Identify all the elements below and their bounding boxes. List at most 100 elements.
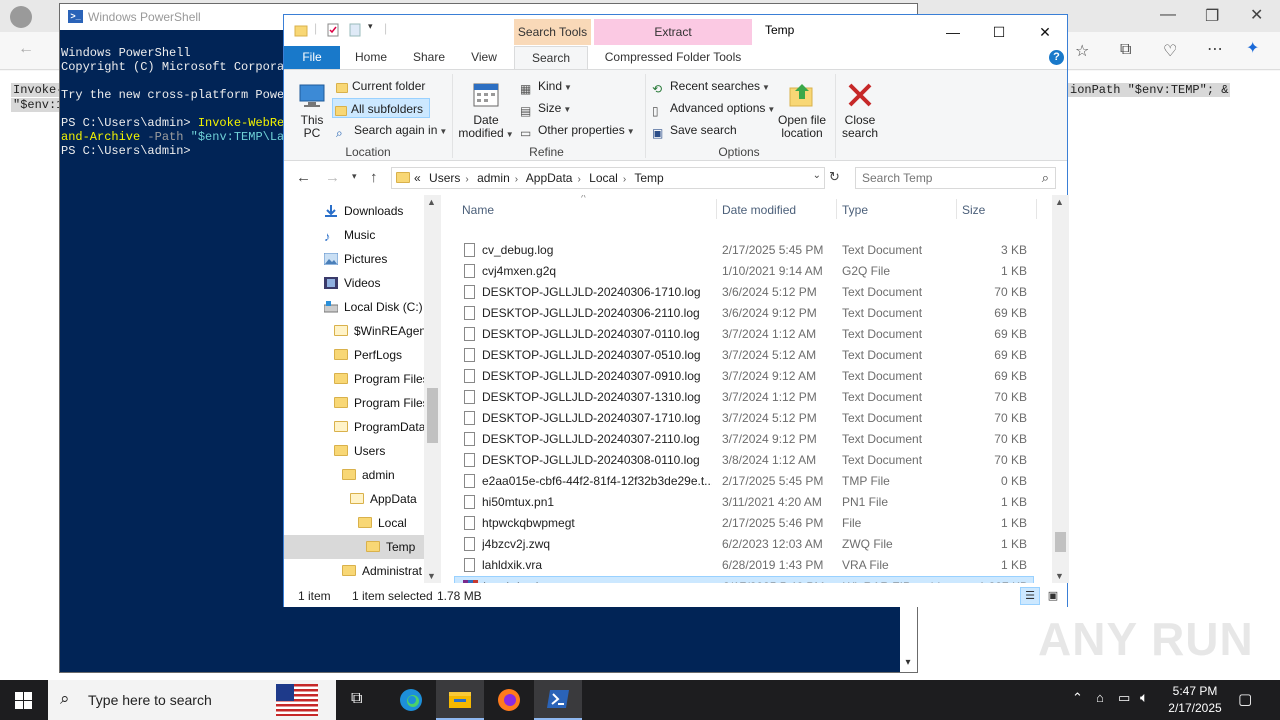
up-arrow-icon[interactable]: ↑ [370, 169, 378, 186]
table-row[interactable]: cvj4mxen.g2q 1/10/2021 9:14 AM G2Q File 1 K… [454, 261, 1034, 282]
column-header-size[interactable]: Size [962, 203, 985, 217]
tab-share[interactable]: Share [404, 46, 454, 69]
nav-item-folder[interactable]: $WinREAgent [334, 319, 429, 343]
breadcrumb-item[interactable]: Users [429, 171, 460, 185]
file-explorer-window[interactable]: | ▾ | Search Tools Extract Temp — ☐ ✕ Fi… [283, 14, 1069, 607]
breadcrumb-item[interactable]: AppData [526, 171, 573, 185]
display-icon[interactable]: ▭ [1118, 690, 1130, 706]
save-search-button[interactable]: ▣ Save search [650, 120, 750, 140]
nav-item-folder[interactable]: PerfLogs [334, 343, 402, 367]
breadcrumb-item[interactable]: Temp [634, 171, 663, 185]
task-view-button[interactable]: ⧉ [336, 680, 384, 720]
table-row[interactable]: DESKTOP-JGLLJLD-20240307-1710.log 3/7/202… [454, 408, 1034, 429]
scroll-up-icon[interactable]: ▲ [1055, 197, 1064, 207]
notification-icon[interactable]: ▢ [1238, 690, 1252, 708]
maximize-icon[interactable]: ☐ [976, 19, 1022, 45]
table-row[interactable]: j4bzcv2j.zwq 6/2/2023 12:03 AM ZWQ File 1 K… [454, 534, 1034, 555]
table-row[interactable]: DESKTOP-JGLLJLD-20240307-0510.log 3/7/202… [454, 345, 1034, 366]
large-icons-view-icon[interactable]: ▣ [1044, 587, 1062, 605]
customize-quick-access-icon[interactable]: ▾ [368, 21, 373, 32]
navigation-scrollbar[interactable]: ▲ ▼ [424, 195, 441, 583]
scroll-down-icon[interactable]: ▼ [427, 571, 436, 581]
minimize-icon[interactable]: — [930, 19, 976, 45]
this-pc-button[interactable]: This PC [294, 80, 330, 140]
browser-essentials-icon[interactable]: ♡ [1163, 41, 1177, 61]
column-header-type[interactable]: Type [842, 203, 868, 217]
size-button[interactable]: ▤ Size ▼ [518, 98, 588, 118]
network-icon[interactable]: ⌂ [1096, 690, 1104, 705]
all-subfolders-button[interactable]: All subfolders [332, 98, 430, 118]
close-search-button[interactable]: Close search [840, 80, 880, 140]
start-button[interactable] [0, 680, 48, 720]
search-input[interactable] [862, 168, 1032, 188]
properties-icon[interactable] [326, 23, 340, 37]
back-arrow-icon[interactable]: ← [296, 169, 311, 186]
close-icon[interactable]: ✕ [1022, 19, 1068, 45]
column-header-date-modified[interactable]: Date modified [722, 203, 796, 217]
breadcrumb-item[interactable]: admin [477, 171, 510, 185]
table-row[interactable]: e2aa015e-cbf6-44f2-81f4-12f32b3de29e.t..… [454, 471, 1034, 492]
nav-item-pictures[interactable]: Pictures [324, 247, 387, 271]
nav-item-folder[interactable]: Program Files [334, 367, 429, 391]
file-list-scrollbar[interactable]: ▲ ▼ [1052, 195, 1069, 583]
table-row[interactable]: DESKTOP-JGLLJLD-20240307-1310.log 3/7/202… [454, 387, 1034, 408]
recent-searches-button[interactable]: ⟲ Recent searches ▼ [650, 76, 770, 96]
table-row[interactable]: hi50mtux.pn1 3/11/2021 4:20 AM PN1 File 1 K… [454, 492, 1034, 513]
table-row[interactable]: DESKTOP-JGLLJLD-20240306-2110.log 3/6/202… [454, 303, 1034, 324]
volume-icon[interactable]: 🔈︎ [1140, 689, 1148, 706]
show-hidden-icons-icon[interactable]: ⌃ [1072, 690, 1083, 706]
table-row[interactable]: lahldxik.vra 6/28/2019 1:43 PM VRA File 1 K… [454, 555, 1034, 576]
nav-item-music[interactable]: ♪ Music [324, 223, 375, 247]
search-box[interactable]: ⌕ [855, 167, 1056, 189]
table-row[interactable]: DESKTOP-JGLLJLD-20240307-0910.log 3/7/202… [454, 366, 1034, 387]
open-file-location-button[interactable]: Open file location [774, 80, 830, 140]
date-modified-button[interactable]: Date modified ▼ [456, 80, 516, 141]
help-icon[interactable]: ? [1049, 50, 1064, 65]
nav-item-folder[interactable]: admin [342, 463, 395, 487]
column-divider[interactable] [716, 199, 717, 219]
nav-item-folder[interactable]: ProgramData [334, 415, 425, 439]
current-folder-button[interactable]: Current folder [334, 76, 454, 96]
table-row[interactable]: cv_debug.log 2/17/2025 5:45 PM Text Docume… [454, 240, 1034, 261]
close-icon[interactable]: ✕ [1250, 5, 1263, 25]
nav-item-temp-selected[interactable]: Temp [284, 535, 424, 559]
nav-item-folder[interactable]: Local [358, 511, 407, 535]
scroll-up-icon[interactable]: ▲ [427, 197, 436, 207]
column-divider[interactable] [1036, 199, 1037, 219]
tab-search[interactable]: Search [514, 46, 588, 69]
scrollbar-thumb[interactable] [427, 388, 438, 443]
column-divider[interactable] [956, 199, 957, 219]
advanced-options-button[interactable]: ▯ Advanced options ▼ [650, 98, 776, 118]
tab-compressed-folder-tools[interactable]: Compressed Folder Tools [600, 46, 746, 69]
table-row-selected[interactable]: Lambda.zip 2/17/2025 5:46 PM WinRAR ZIP ar… [454, 576, 1034, 583]
column-divider[interactable] [836, 199, 837, 219]
nav-item-folder[interactable]: Administrat [342, 559, 422, 583]
tab-view[interactable]: View [459, 46, 509, 69]
collections-icon[interactable]: ⧉ [1120, 41, 1131, 59]
nav-item-folder[interactable]: Program Files [334, 391, 429, 415]
taskbar-powershell[interactable] [534, 680, 582, 720]
nav-item-folder[interactable]: Users [334, 439, 385, 463]
nav-item-local-disk[interactable]: Local Disk (C:) [324, 295, 423, 319]
taskbar-file-explorer[interactable] [436, 680, 484, 720]
table-row[interactable]: DESKTOP-JGLLJLD-20240308-0110.log 3/8/202… [454, 450, 1034, 471]
refresh-icon[interactable]: ↻ [829, 169, 840, 185]
tab-file[interactable]: File [284, 46, 340, 69]
recent-locations-icon[interactable]: ▾ [352, 171, 357, 182]
favorites-star-icon[interactable]: ☆ [1075, 41, 1089, 61]
profile-avatar[interactable] [10, 6, 32, 28]
more-menu-icon[interactable]: ⋯ [1207, 39, 1223, 59]
table-row[interactable]: DESKTOP-JGLLJLD-20240306-1710.log 3/6/202… [454, 282, 1034, 303]
address-dropdown-icon[interactable]: ⌄ [813, 170, 821, 181]
nav-item-videos[interactable]: Videos [324, 271, 380, 295]
search-icon[interactable]: ⌕ [1042, 170, 1049, 186]
copilot-icon[interactable]: ✦ [1246, 38, 1259, 58]
breadcrumb-item[interactable]: Local [589, 171, 618, 185]
table-row[interactable]: htpwckqbwpmegt 2/17/2025 5:46 PM File 1 KB [454, 513, 1034, 534]
kind-button[interactable]: ▦ Kind ▼ [518, 76, 588, 96]
forward-arrow-icon[interactable]: → [325, 169, 340, 186]
search-again-in-button[interactable]: ⌕ Search again in ▼ [334, 120, 449, 140]
scrollbar-thumb[interactable] [1055, 532, 1066, 552]
powershell-console[interactable]: Windows PowerShell Copyright (C) Microso… [61, 32, 291, 172]
table-row[interactable]: DESKTOP-JGLLJLD-20240307-0110.log 3/7/202… [454, 324, 1034, 345]
